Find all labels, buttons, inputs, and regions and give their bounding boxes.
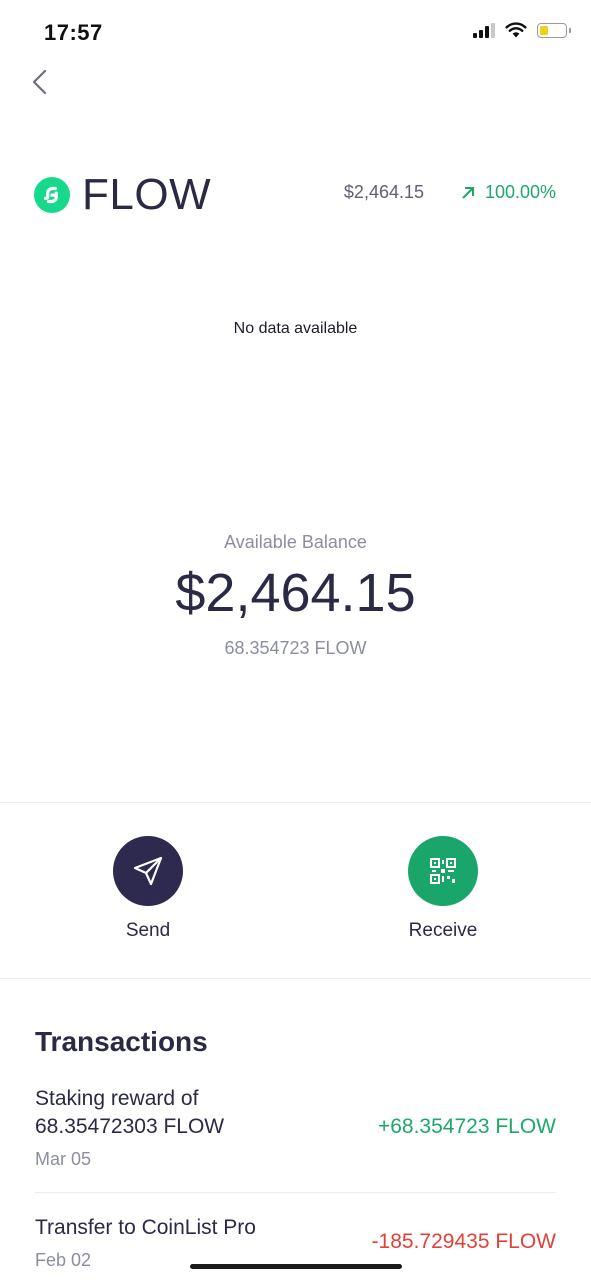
home-indicator xyxy=(190,1264,402,1269)
send-icon xyxy=(113,836,183,906)
qr-code-icon xyxy=(408,836,478,906)
transaction-amount: -185.729435 FLOW xyxy=(371,1230,556,1253)
cellular-signal-icon xyxy=(473,22,495,38)
status-bar: 17:57 xyxy=(0,0,591,70)
receive-button[interactable]: Receive xyxy=(373,836,513,942)
divider xyxy=(35,1192,556,1193)
asset-header: FLOW $2,464.15 100.00% xyxy=(34,168,556,224)
balance-amount: 68.354723 FLOW xyxy=(224,638,367,658)
transactions-title: Transactions xyxy=(35,1026,208,1057)
asset-change-value: 100.00% xyxy=(484,182,556,202)
divider xyxy=(0,978,591,979)
transaction-row[interactable]: Staking reward of 68.35472303 FLOW Mar 0… xyxy=(35,1085,556,1170)
balance-label: Available Balance xyxy=(224,532,367,552)
transaction-date: Mar 05 xyxy=(35,1149,92,1169)
transaction-description: Staking reward of 68.35472303 FLOW xyxy=(35,1087,225,1138)
back-button[interactable] xyxy=(26,64,56,100)
send-label: Send xyxy=(125,920,171,941)
transaction-amount: +68.354723 FLOW xyxy=(377,1115,556,1138)
battery-icon xyxy=(537,22,571,38)
arrow-up-right-icon xyxy=(462,186,474,199)
balance-value: $2,464.15 xyxy=(175,563,416,623)
status-time: 17:57 xyxy=(44,20,103,45)
chevron-left-icon xyxy=(32,69,47,95)
asset-symbol: FLOW xyxy=(82,170,212,219)
wifi-icon xyxy=(505,22,527,38)
transaction-description: Transfer to CoinList Pro xyxy=(35,1216,256,1239)
chart-empty-message: No data available xyxy=(233,320,358,337)
receive-label: Receive xyxy=(408,920,478,941)
asset-price: $2,464.15 xyxy=(343,182,424,202)
transaction-row[interactable]: Transfer to CoinList Pro Feb 02 -185.729… xyxy=(35,1214,556,1271)
status-icons xyxy=(473,22,571,38)
send-button[interactable]: Send xyxy=(78,836,218,942)
asset-detail-screen: 17:57 FLOW $2,464.15 100.00% No data ava… xyxy=(0,0,591,1280)
divider xyxy=(0,802,591,803)
flow-logo-icon xyxy=(34,177,70,213)
asset-change: 100.00% xyxy=(461,182,556,203)
